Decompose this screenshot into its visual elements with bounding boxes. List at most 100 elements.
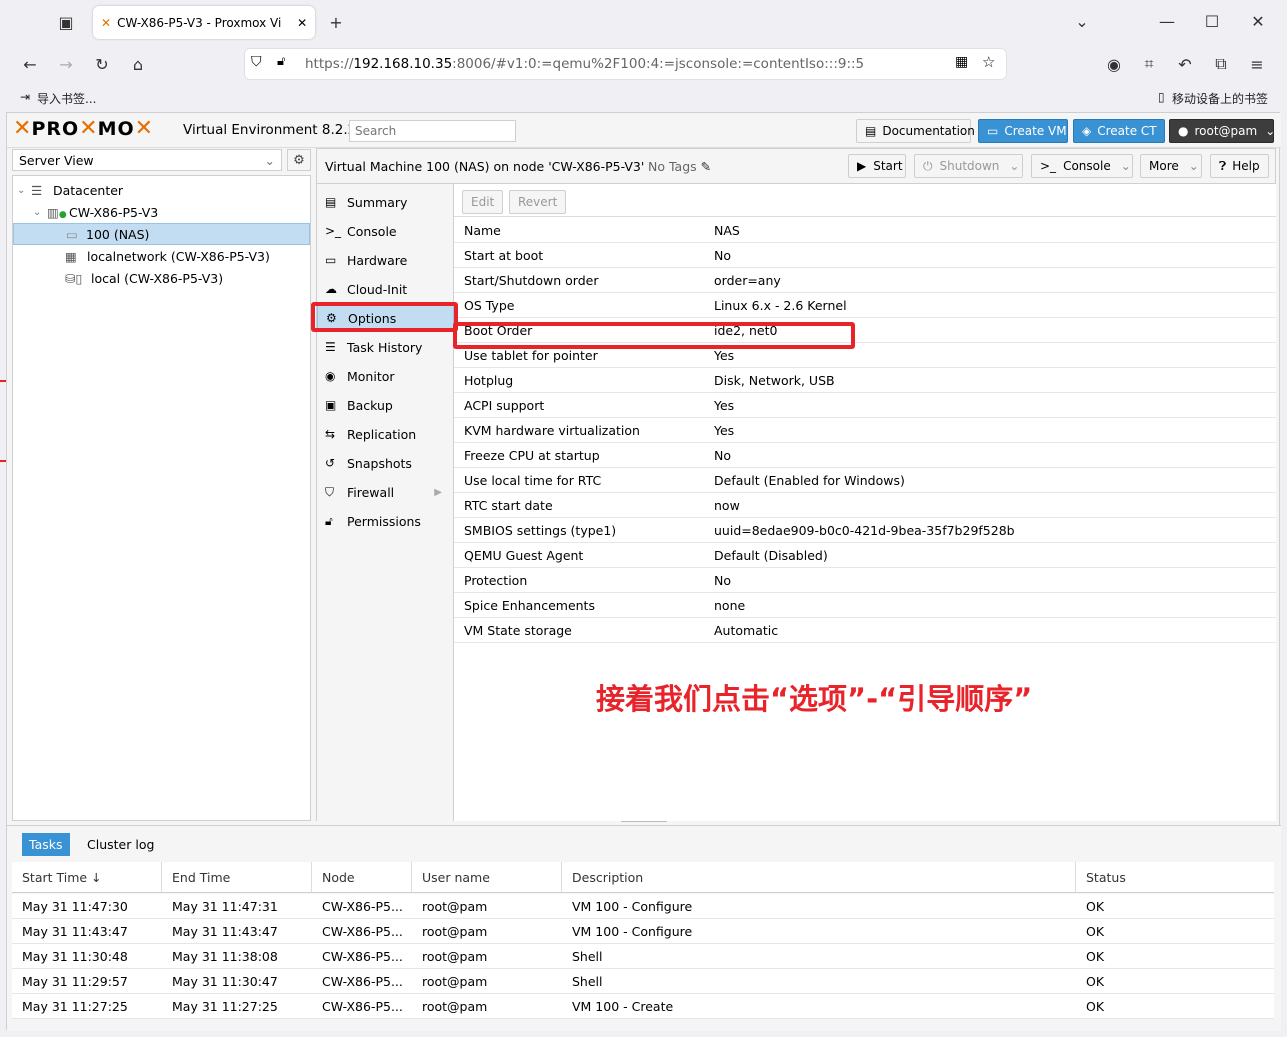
col-end-time[interactable]: End Time bbox=[162, 862, 312, 893]
shield-icon[interactable]: ⛉ bbox=[251, 54, 262, 70]
close-tab-icon[interactable]: ✕ bbox=[297, 16, 307, 30]
tab-cluster-log[interactable]: Cluster log bbox=[87, 837, 154, 852]
mobile-bookmarks-link[interactable]: 移动设备上的书签 bbox=[1172, 90, 1268, 107]
menu-icon[interactable]: ≡ bbox=[1246, 53, 1268, 75]
option-row[interactable]: Spice Enhancements none bbox=[454, 593, 1276, 618]
menu-task-history[interactable]: ☰ Task History bbox=[317, 334, 454, 360]
col-node[interactable]: Node bbox=[312, 862, 412, 893]
option-row[interactable]: Freeze CPU at startup No bbox=[454, 443, 1276, 468]
documentation-button[interactable]: ▤ Documentation bbox=[856, 119, 975, 143]
menu-firewall[interactable]: ⛉ Firewall ▶ bbox=[317, 479, 454, 505]
new-tab-icon[interactable]: + bbox=[325, 11, 347, 33]
option-row[interactable]: Protection No bbox=[454, 568, 1276, 593]
minimize-icon[interactable]: — bbox=[1156, 10, 1178, 32]
lock-icon[interactable]: 🔓︎ bbox=[277, 54, 285, 69]
col-status[interactable]: Status bbox=[1076, 862, 1274, 893]
option-row[interactable]: OS Type Linux 6.x - 2.6 Kernel bbox=[454, 293, 1276, 318]
option-row[interactable]: QEMU Guest Agent Default (Disabled) bbox=[454, 543, 1276, 568]
menu-permissions[interactable]: 🔓︎ Permissions bbox=[317, 508, 454, 534]
user-menu-button[interactable]: ● root@pam ⌄ bbox=[1169, 119, 1275, 143]
menu-console[interactable]: >_ Console bbox=[317, 218, 454, 244]
menu-snapshots[interactable]: ↺ Snapshots bbox=[317, 450, 454, 476]
option-row[interactable]: KVM hardware virtualization Yes bbox=[454, 418, 1276, 443]
tab-overview-icon[interactable]: ▣ bbox=[55, 11, 77, 33]
option-row[interactable]: ACPI support Yes bbox=[454, 393, 1276, 418]
proxmox-app: ✕PRO✕MO✕ Virtual Environment 8.2.2 ▤Docu… bbox=[6, 112, 1281, 1031]
pencil-icon[interactable]: ✎ bbox=[701, 159, 711, 174]
more-button[interactable]: More ⌄ bbox=[1140, 154, 1202, 178]
vm-header: Virtual Machine 100 (NAS) on node 'CW-X8… bbox=[317, 149, 1275, 184]
option-row[interactable]: Start/Shutdown order order=any bbox=[454, 268, 1276, 293]
option-row[interactable]: Use local time for RTC Default (Enabled f… bbox=[454, 468, 1276, 493]
tab-tasks[interactable]: Tasks bbox=[22, 833, 70, 856]
back-icon[interactable]: ← bbox=[19, 53, 41, 75]
forward-icon[interactable]: → bbox=[55, 53, 77, 75]
menu-monitor[interactable]: ◉ Monitor bbox=[317, 363, 454, 389]
revert-button[interactable]: Revert bbox=[509, 190, 567, 214]
import-bookmarks-link[interactable]: 导入书签... bbox=[37, 90, 96, 107]
create-ct-button[interactable]: ◈ Create CT bbox=[1073, 119, 1165, 143]
start-button[interactable]: ▶ Start bbox=[848, 154, 906, 178]
close-window-icon[interactable]: ✕ bbox=[1247, 10, 1269, 32]
tree-node-datacenter[interactable]: ⌄ ☰ Datacenter bbox=[17, 179, 123, 201]
shutdown-button[interactable]: ⏻ Shutdown ⌄ bbox=[914, 154, 1023, 178]
task-cell: root@pam bbox=[422, 949, 488, 964]
task-row[interactable]: May 31 11:30:48 May 31 11:38:08 CW-X86-P5.… bbox=[12, 944, 1274, 969]
task-row[interactable]: May 31 11:29:57 May 31 11:30:47 CW-X86-P5.… bbox=[12, 969, 1274, 994]
home-icon[interactable]: ⌂ bbox=[127, 53, 149, 75]
option-value: Yes bbox=[714, 347, 735, 363]
option-row[interactable]: Name NAS bbox=[454, 218, 1276, 243]
edit-button[interactable]: Edit bbox=[462, 190, 504, 214]
gear-icon[interactable]: ⚙ bbox=[287, 149, 311, 171]
option-row[interactable]: Start at boot No bbox=[454, 243, 1276, 268]
account-icon[interactable]: ◉ bbox=[1103, 53, 1125, 75]
tab-list-icon[interactable]: ⌄ bbox=[1071, 10, 1093, 32]
qr-code-icon[interactable]: ▦ bbox=[955, 54, 968, 70]
tags-label[interactable]: No Tags ✎ bbox=[648, 159, 711, 174]
url-bar[interactable]: ⛉ 🔓︎ https://192.168.10.35:8006/#v1:0:=q… bbox=[244, 48, 1007, 80]
task-row[interactable]: May 31 11:47:30 May 31 11:47:31 CW-X86-P5.… bbox=[12, 894, 1274, 919]
tree-node-localnetwork[interactable]: ▦ localnetwork (CW-X86-P5-V3) bbox=[65, 245, 270, 267]
menu-summary[interactable]: ▤ Summary bbox=[317, 189, 454, 215]
task-cell: May 31 11:27:25 bbox=[172, 999, 278, 1014]
col-user-name[interactable]: User name bbox=[412, 862, 562, 893]
menu-cloud-init[interactable]: ☁ Cloud-Init bbox=[317, 276, 454, 302]
option-row[interactable]: VM State storage Automatic bbox=[454, 618, 1276, 643]
col-description[interactable]: Description bbox=[562, 862, 1076, 893]
question-icon: ❓︎ bbox=[1219, 158, 1227, 173]
browser-tab[interactable]: ✕ CW-X86-P5-V3 - Proxmox Vi ✕ bbox=[93, 6, 315, 39]
url-text[interactable]: https://192.168.10.35:8006/#v1:0:=qemu%2… bbox=[305, 56, 864, 72]
eye-icon: ◉ bbox=[325, 369, 336, 383]
chevron-down-icon: ⌄ bbox=[1188, 159, 1199, 173]
bookmarks-bar: ⇥ 导入书签... ▯ 移动设备上的书签 bbox=[0, 86, 1287, 110]
screenshot-icon[interactable]: ⌗ bbox=[1138, 53, 1160, 75]
product-version: Virtual Environment 8.2.2 bbox=[183, 122, 357, 138]
help-button[interactable]: ❓︎ Help bbox=[1210, 154, 1269, 178]
proxmox-logo[interactable]: ✕ PRO ✕ MO ✕ bbox=[13, 116, 153, 141]
maximize-icon[interactable]: ☐ bbox=[1201, 10, 1223, 32]
highlight-options-box bbox=[311, 302, 458, 332]
tree-node-vm-100[interactable]: ▭ 100 (NAS) bbox=[13, 223, 310, 245]
menu-backup[interactable]: ▣ Backup bbox=[317, 392, 454, 418]
task-cell: OK bbox=[1086, 924, 1105, 939]
console-button[interactable]: >_ Console ⌄ bbox=[1031, 154, 1133, 178]
col-start-time[interactable]: Start Time ↓ bbox=[12, 862, 162, 893]
view-selector[interactable]: Server View ⌄ bbox=[12, 149, 282, 171]
search-input[interactable] bbox=[349, 120, 516, 142]
create-vm-button[interactable]: ▭ Create VM bbox=[978, 119, 1068, 143]
option-row[interactable]: Hotplug Disk, Network, USB bbox=[454, 368, 1276, 393]
bookmark-star-icon[interactable]: ☆ bbox=[982, 53, 995, 71]
option-key: ACPI support bbox=[464, 397, 545, 413]
tree-node-host[interactable]: ⌄ ▥● CW-X86-P5-V3 bbox=[33, 201, 158, 223]
menu-replication[interactable]: ⇆ Replication bbox=[317, 421, 454, 447]
option-row[interactable]: SMBIOS settings (type1) uuid=8edae909-b0c… bbox=[454, 518, 1276, 543]
option-row[interactable]: RTC start date now bbox=[454, 493, 1276, 518]
undo-icon[interactable]: ↶ bbox=[1174, 53, 1196, 75]
task-row[interactable]: May 31 11:43:47 May 31 11:43:47 CW-X86-P5.… bbox=[12, 919, 1274, 944]
option-key: RTC start date bbox=[464, 497, 553, 513]
task-row[interactable]: May 31 11:27:25 May 31 11:27:25 CW-X86-P5.… bbox=[12, 994, 1274, 1019]
reload-icon[interactable]: ↻ bbox=[91, 53, 113, 75]
menu-hardware[interactable]: ▭ Hardware bbox=[317, 247, 454, 273]
tree-node-local-storage[interactable]: ⛁▯ local (CW-X86-P5-V3) bbox=[65, 267, 223, 289]
extensions-icon[interactable]: ⧉ bbox=[1210, 53, 1232, 75]
